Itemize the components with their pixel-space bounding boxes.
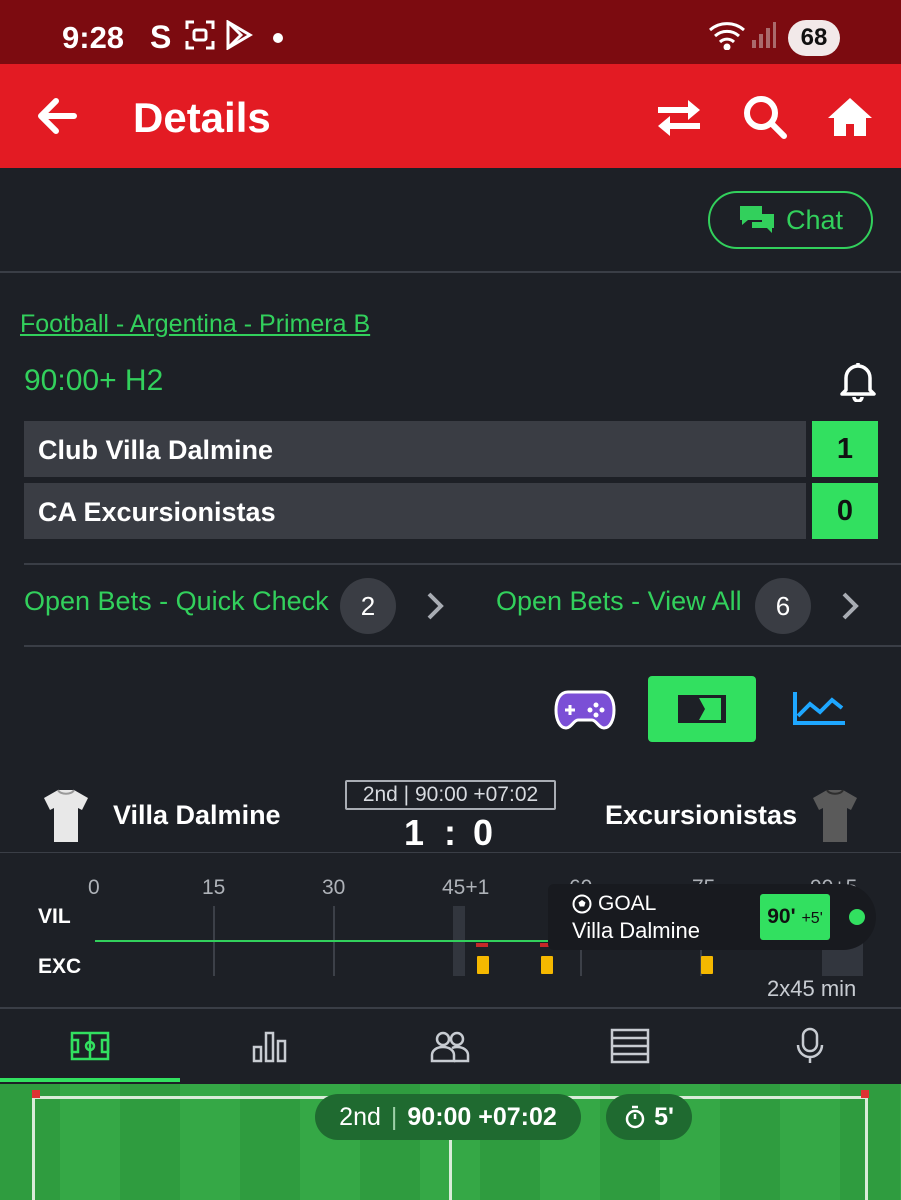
yellow-card-icon[interactable]: [477, 956, 489, 974]
open-bets-quick-check-link[interactable]: Open Bets - Quick Check: [24, 586, 329, 617]
home-score: 1: [812, 421, 878, 477]
tab-stats[interactable]: [180, 1009, 360, 1083]
away-jersey-icon: [811, 788, 859, 849]
table-icon: [610, 1028, 650, 1064]
goal-event-popup[interactable]: GOAL Villa Dalmine 90' +5': [548, 884, 876, 950]
added-time-pill: 5': [606, 1094, 692, 1140]
competition-breadcrumb[interactable]: Football - Argentina - Primera B: [20, 310, 370, 339]
added-time-value: 5': [654, 1102, 674, 1131]
page-title: Details: [133, 94, 271, 141]
team-row-away: CA Excursionistas: [24, 483, 806, 539]
team-row-home: Club Villa Dalmine: [24, 421, 806, 477]
screenshot-icon: [185, 20, 215, 55]
video-view-button[interactable]: [648, 676, 756, 742]
away-team-name: CA Excursionistas: [38, 497, 276, 527]
stats-icon: [252, 1031, 287, 1063]
pitch-time-pill: 2nd | 90:00 +07:02: [315, 1094, 581, 1140]
home-jersey-icon: [42, 788, 90, 849]
chat-button[interactable]: Chat: [708, 191, 873, 249]
divider: [24, 563, 901, 565]
status-time: 9:28: [62, 20, 125, 55]
home-icon[interactable]: [826, 96, 874, 143]
pitch-icon: [70, 1031, 110, 1061]
detail-tabs: [0, 1007, 901, 1083]
commentary-mic-icon: [796, 1027, 824, 1063]
chevron-right-icon[interactable]: [425, 590, 445, 627]
match-duration: 2x45 min: [767, 976, 857, 1001]
score-separator: :: [444, 812, 456, 853]
chat-label: Chat: [785, 204, 844, 235]
pitch-time: 90:00 +07:02: [407, 1102, 557, 1131]
pitch-goal-line: [32, 1096, 35, 1200]
pitch-period: 2nd: [339, 1102, 381, 1131]
pitch-separator: |: [390, 1102, 398, 1131]
chevron-right-icon[interactable]: [840, 590, 860, 627]
tab-lineups[interactable]: [360, 1009, 540, 1083]
tab-table[interactable]: [540, 1009, 720, 1083]
timeline-tick: 45+1: [442, 876, 490, 899]
event-marker: [476, 943, 488, 947]
wifi-icon: [708, 20, 748, 55]
away-score: 0: [812, 483, 878, 539]
timeline-tick: 15: [202, 876, 226, 899]
gamepad-icon[interactable]: [554, 688, 616, 735]
away-big-score: 0: [473, 812, 494, 853]
period-indicator: 2nd | 90:00 +07:02: [345, 780, 556, 810]
signal-icon: [752, 20, 776, 55]
goal-minute-badge: 90' +5': [760, 894, 830, 940]
away-team-label: Excursionistas: [605, 800, 798, 830]
stopwatch-icon: [625, 1105, 645, 1129]
home-big-score: 1: [404, 812, 425, 853]
corner-flag-icon: [32, 1090, 40, 1098]
away-abbr: EXC: [38, 955, 82, 978]
home-abbr: VIL: [38, 905, 71, 928]
timeline-tick: 30: [322, 876, 346, 899]
view-all-count-badge: 6: [755, 578, 811, 634]
stats-chart-icon[interactable]: [792, 690, 846, 731]
possession-line: [95, 940, 550, 942]
tab-commentary[interactable]: [720, 1009, 900, 1083]
status-bar: 9:28 S 68: [0, 0, 901, 64]
lineups-icon: [430, 1031, 470, 1063]
soccer-ball-icon: [572, 894, 592, 914]
play-store-icon: [225, 19, 253, 55]
goal-added-time: +5': [801, 910, 823, 927]
notification-dot: [273, 33, 283, 43]
back-arrow-icon[interactable]: [36, 96, 78, 141]
yellow-card-icon[interactable]: [701, 956, 713, 974]
quick-check-count-badge: 2: [340, 578, 396, 634]
battery-indicator: 68: [788, 20, 840, 56]
swap-icon[interactable]: [656, 98, 702, 143]
search-icon[interactable]: [742, 94, 788, 145]
tab-pitch[interactable]: [0, 1009, 180, 1083]
home-team-label: Villa Dalmine: [113, 800, 281, 830]
corner-flag-icon: [861, 1090, 869, 1098]
chat-bubbles-icon: [739, 206, 774, 233]
svg-text:S: S: [150, 20, 171, 54]
video-icon: [678, 695, 726, 723]
active-tab-indicator: [0, 1078, 180, 1082]
timeline-tick: 0: [88, 876, 100, 899]
swipe-s-icon: S: [148, 19, 172, 59]
open-bets-view-all-link[interactable]: Open Bets - View All: [496, 586, 742, 617]
goal-minute: 90': [767, 905, 796, 928]
pitch-goal-line: [865, 1096, 868, 1200]
goal-team-label: Villa Dalmine: [572, 918, 700, 943]
divider: [24, 645, 901, 647]
match-clock: 90:00+ H2: [24, 364, 164, 397]
goal-marker-dot: [849, 909, 865, 925]
yellow-card-icon[interactable]: [541, 956, 553, 974]
divider: [0, 852, 901, 853]
bell-icon[interactable]: [838, 360, 878, 407]
divider: [0, 271, 901, 273]
goal-type-label: GOAL: [598, 892, 657, 915]
home-team-name: Club Villa Dalmine: [38, 435, 274, 465]
app-bar: Details: [0, 64, 901, 168]
